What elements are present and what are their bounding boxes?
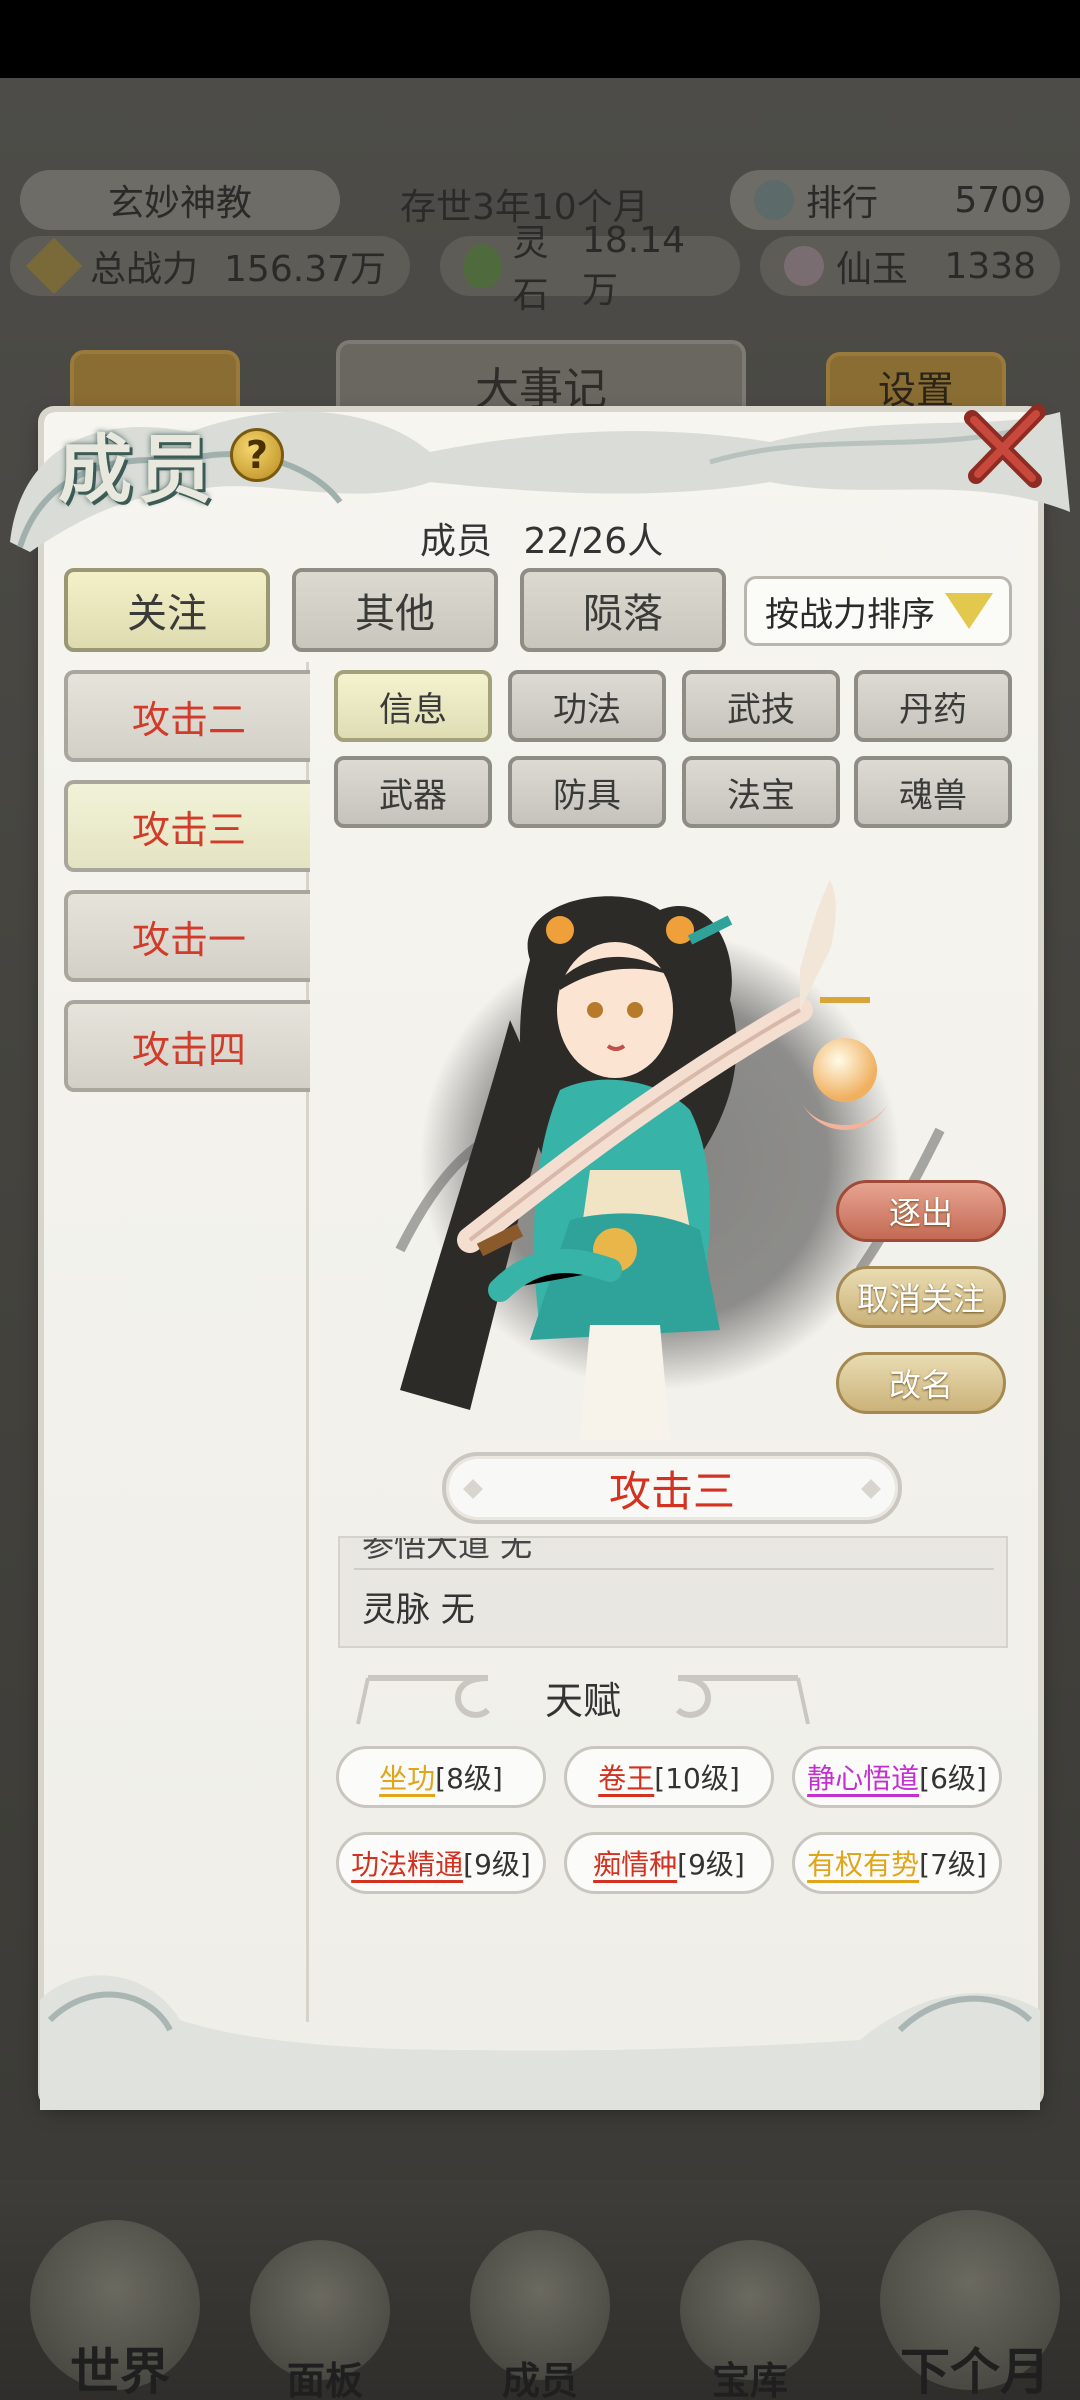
tab-armor-label: 防具: [553, 775, 621, 816]
info-list[interactable]: 参悟大道 无 灵脉 无: [338, 1536, 1008, 1648]
dialog-title: 成员: [58, 427, 218, 513]
help-icon[interactable]: ?: [230, 428, 284, 482]
talent-section-title: 天赋: [544, 1679, 621, 1723]
cloud-decoration-bottom: [40, 1975, 1040, 2110]
tab-soul-beast[interactable]: 魂兽: [854, 756, 1012, 828]
member-name: 攻击三: [131, 807, 246, 852]
nav-member[interactable]: 成员: [470, 2350, 610, 2400]
sect-name: 玄妙神教: [20, 170, 340, 230]
rename-button-label: 改名: [888, 1366, 953, 1404]
nav-next-month[interactable]: 下个月: [880, 2332, 1070, 2400]
talent-badge[interactable]: 痴情种 [9级]: [564, 1832, 774, 1894]
filter-tab-fallen-label: 陨落: [583, 591, 663, 637]
filter-tab-other[interactable]: 其他: [292, 568, 498, 652]
tab-info-label: 信息: [379, 689, 447, 730]
talent-name: 痴情种: [593, 1848, 678, 1881]
tab-martial-skill[interactable]: 武技: [682, 670, 840, 742]
member-count-value: 22/26人: [523, 521, 664, 562]
talent-level: [10级]: [654, 1762, 740, 1795]
talent-name: 坐功: [379, 1762, 436, 1795]
tab-info[interactable]: 信息: [334, 670, 492, 742]
talent-name: 卷王: [598, 1762, 655, 1795]
talent-name: 功法精通: [351, 1848, 464, 1881]
info-row-spirit-vein: 灵脉 无: [362, 1590, 475, 1630]
tab-treasure[interactable]: 法宝: [682, 756, 840, 828]
talent-badge[interactable]: 卷王 [10级]: [564, 1746, 774, 1808]
total-power: 总战力 156.37万: [10, 236, 410, 296]
talent-level: [9级]: [463, 1848, 531, 1881]
unfollow-button[interactable]: 取消关注: [836, 1266, 1006, 1328]
filter-tab-other-label: 其他: [355, 591, 435, 637]
character-name: 攻击三: [608, 1466, 735, 1516]
info-divider: [354, 1568, 994, 1570]
rank-value: 5709: [954, 179, 1046, 221]
unfollow-button-label: 取消关注: [856, 1280, 985, 1318]
tab-soul-beast-label: 魂兽: [899, 775, 967, 816]
bottom-nav-items: 世界 面板 成员 宝库 下个月: [0, 2200, 1080, 2400]
nav-world[interactable]: 世界: [40, 2332, 200, 2400]
jade-icon: [784, 246, 824, 286]
member-count-label: 成员: [420, 521, 493, 562]
talent-section-header: 天赋: [338, 1664, 828, 1734]
talent-badge[interactable]: 有权有势 [7级]: [792, 1832, 1002, 1894]
nav-panel[interactable]: 面板: [255, 2350, 395, 2400]
rank-label: 排行: [806, 183, 879, 224]
talent-name: 有权有势: [807, 1848, 920, 1881]
talent-badge[interactable]: 静心悟道 [6级]: [792, 1746, 1002, 1808]
tab-weapon[interactable]: 武器: [334, 756, 492, 828]
talent-level: [7级]: [919, 1848, 987, 1881]
member-count: 成员 22/26人: [420, 512, 663, 564]
member-list-item[interactable]: 攻击三: [64, 780, 310, 872]
member-list-item[interactable]: 攻击二: [64, 670, 310, 762]
talent-badge[interactable]: 功法精通 [9级]: [336, 1832, 546, 1894]
tab-cultivation-method-label: 功法: [553, 689, 621, 730]
diamond-ornament-icon: [861, 1479, 881, 1499]
tab-martial-skill-label: 武技: [727, 689, 795, 730]
jade: 仙玉 1338: [760, 236, 1060, 296]
chevron-down-icon: [945, 593, 993, 629]
status-bar: [0, 0, 1080, 78]
spirit-stone-label: 灵石: [512, 223, 549, 316]
power-label: 总战力: [90, 249, 199, 290]
talent-level: [6级]: [919, 1762, 987, 1795]
tab-pill[interactable]: 丹药: [854, 670, 1012, 742]
talent-level: [9级]: [677, 1848, 745, 1881]
member-name: 攻击二: [131, 697, 246, 742]
jade-label: 仙玉: [836, 249, 909, 290]
filter-tab-follow-label: 关注: [127, 591, 207, 637]
power-value: 156.37万: [224, 249, 386, 290]
rank-icon: [754, 180, 794, 220]
close-icon[interactable]: [958, 398, 1054, 494]
sect-name-text: 玄妙神教: [107, 183, 252, 224]
rename-button[interactable]: 改名: [836, 1352, 1006, 1414]
member-list-item[interactable]: 攻击一: [64, 890, 310, 982]
spirit-stone: 灵石 18.14万: [440, 220, 740, 316]
spirit-stone-value: 18.14万: [582, 219, 686, 311]
tab-weapon-label: 武器: [379, 775, 447, 816]
expel-button-label: 逐出: [888, 1194, 953, 1232]
filter-tab-follow[interactable]: 关注: [64, 568, 270, 652]
sort-dropdown[interactable]: 按战力排序: [744, 576, 1012, 646]
expel-button[interactable]: 逐出: [836, 1180, 1006, 1242]
nav-treasury[interactable]: 宝库: [680, 2350, 820, 2400]
character-name-plate: 攻击三: [442, 1452, 902, 1524]
tab-treasure-label: 法宝: [727, 775, 795, 816]
member-name: 攻击四: [131, 1027, 246, 1072]
diamond-ornament-icon: [463, 1479, 483, 1499]
talent-badge[interactable]: 坐功 [8级]: [336, 1746, 546, 1808]
member-list-item[interactable]: 攻击四: [64, 1000, 310, 1092]
rank-pill[interactable]: 排行 5709: [730, 170, 1070, 230]
sort-dropdown-label: 按战力排序: [765, 594, 935, 635]
talent-name: 静心悟道: [807, 1762, 920, 1795]
spirit-stone-icon: [464, 244, 501, 288]
tab-cultivation-method[interactable]: 功法: [508, 670, 666, 742]
tab-pill-label: 丹药: [899, 689, 967, 730]
power-icon: [25, 237, 83, 295]
tab-armor[interactable]: 防具: [508, 756, 666, 828]
filter-tab-fallen[interactable]: 陨落: [520, 568, 726, 652]
talent-level: [8级]: [435, 1762, 503, 1795]
jade-value: 1338: [944, 245, 1036, 287]
member-name: 攻击一: [131, 917, 246, 962]
info-row-partial: 参悟大道 无: [362, 1536, 533, 1564]
